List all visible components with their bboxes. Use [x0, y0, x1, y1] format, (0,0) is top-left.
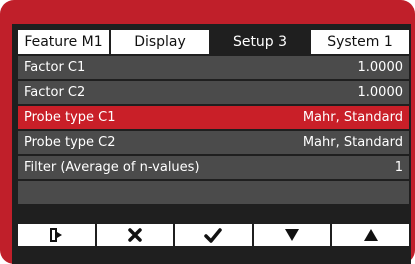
- cancel-icon: [128, 228, 142, 242]
- device-frame: Feature M1 Display Setup 3 System 1 Fact…: [0, 0, 415, 264]
- setting-label: Probe type C2: [24, 135, 116, 150]
- arrow-up-button[interactable]: [332, 224, 409, 246]
- setting-row-factor-c1[interactable]: Factor C1 1.0000: [18, 56, 409, 79]
- setting-row-probe-type-c2[interactable]: Probe type C2 Mahr, Standard: [18, 131, 409, 154]
- setting-row-factor-c2[interactable]: Factor C2 1.0000: [18, 81, 409, 104]
- setting-row-filter[interactable]: Filter (Average of n-values) 1: [18, 156, 409, 179]
- tab-setup-3[interactable]: Setup 3: [211, 30, 311, 54]
- setting-label: Factor C1: [24, 60, 86, 75]
- softkey-toolbar: [18, 224, 409, 246]
- tab-system-1[interactable]: System 1: [311, 30, 409, 54]
- exit-icon: [50, 228, 63, 242]
- tab-feature-m1[interactable]: Feature M1: [18, 30, 111, 54]
- arrow-down-icon: [285, 229, 300, 241]
- setting-value: Mahr, Standard: [302, 135, 403, 150]
- cancel-button[interactable]: [96, 224, 176, 246]
- setting-label: Factor C2: [24, 85, 86, 100]
- confirm-button[interactable]: [175, 224, 254, 246]
- settings-list: Factor C1 1.0000 Factor C2 1.0000 Probe …: [18, 56, 409, 206]
- setting-value: 1: [394, 160, 403, 175]
- arrow-down-button[interactable]: [253, 224, 333, 246]
- empty-row: [18, 181, 409, 204]
- tab-bar: Feature M1 Display Setup 3 System 1: [18, 30, 409, 54]
- tab-display[interactable]: Display: [111, 30, 211, 54]
- setting-value: 1.0000: [357, 60, 404, 75]
- setting-value: 1.0000: [357, 85, 404, 100]
- setting-label: Probe type C1: [24, 110, 116, 125]
- setting-value: Mahr, Standard: [302, 110, 403, 125]
- confirm-icon: [204, 228, 223, 243]
- exit-button[interactable]: [18, 224, 97, 246]
- setting-label: Filter (Average of n-values): [24, 160, 200, 175]
- display-screen: Feature M1 Display Setup 3 System 1 Fact…: [12, 24, 411, 264]
- arrow-up-icon: [363, 229, 378, 241]
- setting-row-probe-type-c1[interactable]: Probe type C1 Mahr, Standard: [18, 106, 409, 129]
